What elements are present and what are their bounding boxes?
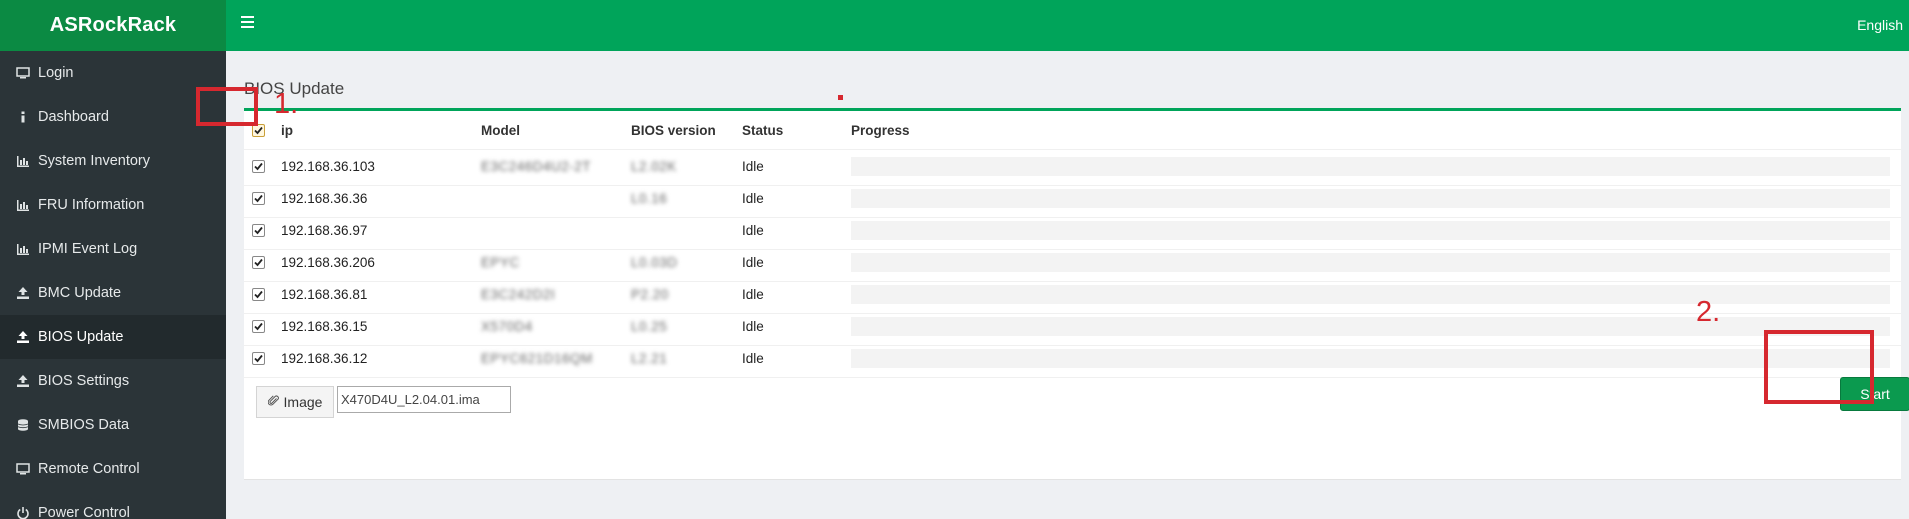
menu-toggle-icon[interactable] (241, 16, 259, 34)
sidebar-item-fru-information[interactable]: FRU Information (0, 183, 226, 227)
top-bar: English (226, 0, 1909, 51)
sidebar-item-smbios-data[interactable]: SMBIOS Data (0, 403, 226, 447)
upload-icon (16, 330, 38, 344)
progress-bar (851, 220, 1890, 240)
upload-icon (16, 374, 38, 388)
sidebar-item-label: SMBIOS Data (38, 417, 130, 433)
sidebar-item-system-inventory[interactable]: System Inventory (0, 139, 226, 183)
brand-logo[interactable]: ASRockRack (0, 0, 226, 51)
row-bios-version: L0.03D (631, 254, 678, 270)
sidebar-item-label: Remote Control (38, 461, 140, 477)
info-icon (16, 110, 38, 124)
annotation-box-1 (196, 87, 258, 126)
row-checkbox[interactable] (252, 159, 265, 173)
row-bios-version: L0.16 (631, 190, 668, 206)
row-model: EPYC (481, 254, 520, 270)
annotation-label-2: 2. (1696, 296, 1721, 328)
progress-bar (851, 252, 1890, 272)
column-header-model: Model (481, 122, 520, 138)
sidebar-item-label: Dashboard (38, 109, 109, 125)
power-icon (16, 506, 38, 519)
image-file-field[interactable] (337, 386, 511, 413)
row-ip: 192.168.36.97 (281, 222, 368, 238)
progress-bar (851, 156, 1890, 176)
progress-bar (851, 284, 1890, 304)
row-bios-version: L2.02K (631, 158, 677, 174)
database-icon (16, 418, 38, 432)
row-model: X570D4 (481, 318, 533, 334)
paperclip-icon (267, 394, 280, 410)
row-checkbox[interactable] (252, 255, 265, 269)
row-checkbox[interactable] (252, 287, 265, 301)
progress-bar (851, 316, 1890, 336)
sidebar-item-label: Login (38, 65, 74, 81)
progress-bar (851, 188, 1890, 208)
sidebar: ASRockRack Login Dashboard System Invent… (0, 0, 226, 519)
table-header: ip Model BIOS version Status Progress (244, 111, 1901, 150)
sidebar-item-label: BIOS Update (38, 329, 124, 345)
sidebar-item-ipmi-event-log[interactable]: IPMI Event Log (0, 227, 226, 271)
column-header-ip: ip (281, 122, 293, 138)
main-content: BIOS Update ip Model BIOS version Status… (196, 51, 1909, 519)
row-checkbox[interactable] (252, 351, 265, 365)
sidebar-item-bios-update[interactable]: BIOS Update (0, 315, 226, 359)
row-ip: 192.168.36.36 (281, 190, 368, 206)
row-bios-version: P2.20 (631, 286, 669, 302)
sidebar-item-dashboard[interactable]: Dashboard (0, 95, 226, 139)
row-status: Idle (742, 190, 764, 206)
sidebar-item-label: BIOS Settings (38, 373, 130, 389)
sidebar-nav: Login Dashboard System Inventory FRU Inf… (0, 51, 226, 519)
sidebar-item-label: Power Control (38, 505, 130, 519)
panel-footer: Image Start (244, 373, 1909, 429)
row-bios-version: L2.21 (631, 350, 668, 366)
sidebar-item-label: FRU Information (38, 197, 145, 213)
sidebar-item-power-control[interactable]: Power Control (0, 491, 226, 519)
sidebar-item-label: System Inventory (38, 153, 151, 169)
annotation-box-2 (1764, 330, 1874, 404)
annotation-label-1: 1. (274, 88, 299, 120)
row-status: Idle (742, 222, 764, 238)
progress-bar (851, 348, 1890, 368)
bar-chart-icon (16, 242, 38, 256)
column-header-bios-version: BIOS version (631, 122, 716, 138)
sidebar-item-bios-settings[interactable]: BIOS Settings (0, 359, 226, 403)
row-checkbox[interactable] (252, 191, 265, 205)
column-header-progress: Progress (851, 122, 910, 138)
row-ip: 192.168.36.15 (281, 318, 368, 334)
row-ip: 192.168.36.103 (281, 158, 375, 174)
row-ip: 192.168.36.206 (281, 254, 375, 270)
row-status: Idle (742, 350, 764, 366)
sidebar-item-remote-control[interactable]: Remote Control (0, 447, 226, 491)
row-bios-version: L0.25 (631, 318, 668, 334)
row-checkbox[interactable] (252, 223, 265, 237)
row-status: Idle (742, 286, 764, 302)
bar-chart-icon (16, 154, 38, 168)
row-ip: 192.168.36.81 (281, 286, 368, 302)
row-status: Idle (742, 254, 764, 270)
language-selector[interactable]: English (1857, 17, 1903, 33)
row-status: Idle (742, 158, 764, 174)
row-ip: 192.168.36.12 (281, 350, 368, 366)
row-model: E3C246D4U2-2T (481, 158, 592, 174)
sidebar-item-bmc-update[interactable]: BMC Update (0, 271, 226, 315)
monitor-icon (16, 462, 38, 476)
annotation-dot (838, 95, 843, 100)
sidebar-item-login[interactable]: Login (0, 51, 226, 95)
row-model: EPYC621D16QM (481, 350, 593, 366)
bios-update-panel: ip Model BIOS version Status Progress 19… (244, 108, 1909, 480)
image-upload-button[interactable]: Image (256, 386, 334, 418)
row-status: Idle (742, 318, 764, 334)
bar-chart-icon (16, 198, 38, 212)
sidebar-item-label: IPMI Event Log (38, 241, 138, 257)
row-checkbox[interactable] (252, 319, 265, 333)
image-button-label: Image (283, 394, 323, 410)
column-header-status: Status (742, 122, 784, 138)
monitor-icon (16, 66, 38, 80)
upload-icon (16, 286, 38, 300)
sidebar-item-label: BMC Update (38, 285, 122, 301)
row-model: E3C242D2I (481, 286, 556, 302)
